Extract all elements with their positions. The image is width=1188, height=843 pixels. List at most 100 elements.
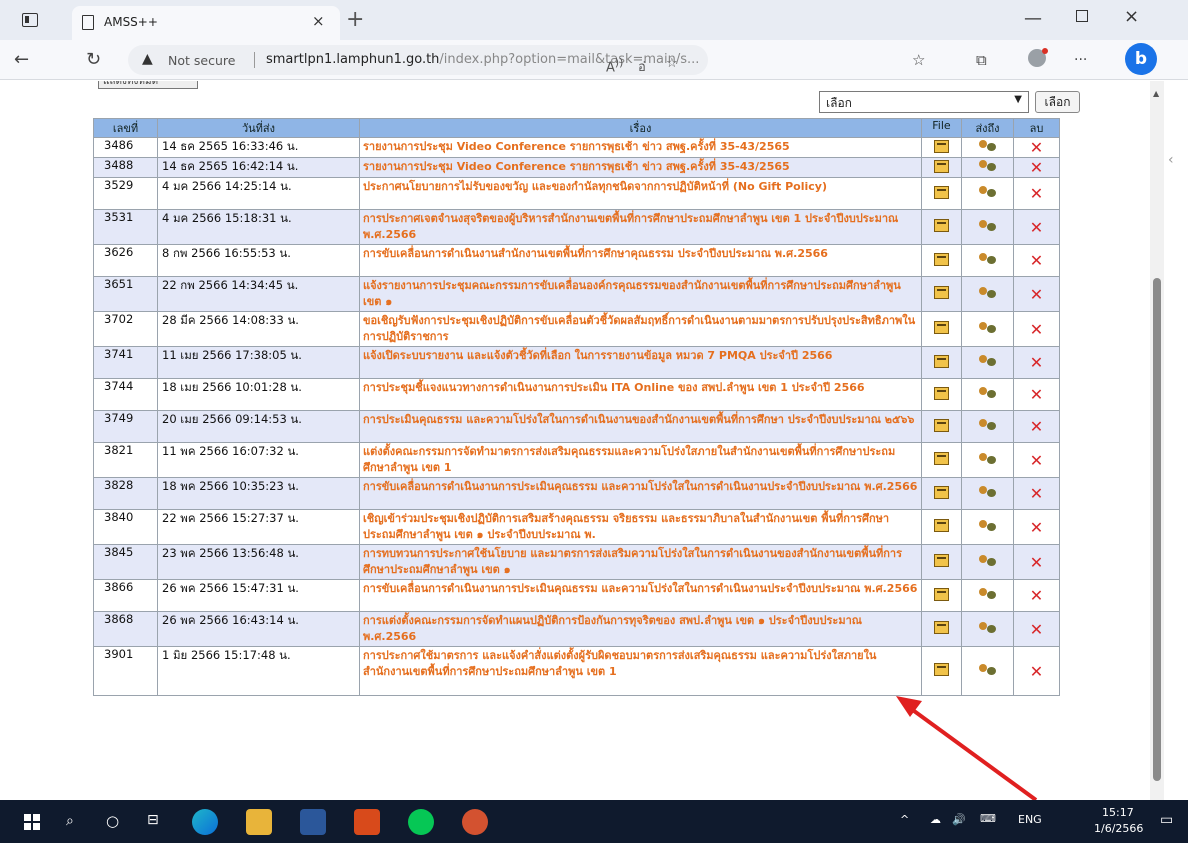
file-icon[interactable] [934,185,949,199]
back-icon[interactable]: ← [14,49,29,70]
recipients-icon[interactable] [978,387,997,399]
show-all-button[interactable]: แสดงทั้งหมด [98,81,198,89]
collections-icon[interactable]: ⧉ [976,51,987,69]
sidebar-chevron-icon[interactable]: ‹ [1168,152,1174,168]
line-app-icon[interactable] [408,809,434,835]
recipients-icon[interactable] [978,140,997,152]
delete-icon[interactable]: ✕ [1030,553,1043,572]
row-subject-link[interactable]: การทบทวนการประกาศใช้นโยบาย และมาตรการส่ง… [359,544,922,580]
row-subject-link[interactable]: ขอเชิญรับฟังการประชุมเชิงปฏิบัติการขับเค… [359,311,922,347]
recipients-icon[interactable] [978,186,997,198]
recipients-icon[interactable] [978,321,997,334]
vertical-scrollbar[interactable]: ▲ [1150,81,1164,800]
delete-icon[interactable]: ✕ [1030,285,1043,304]
row-subject-link[interactable]: การขับเคลื่อนการดำเนินงานการประเมินคุณธร… [359,477,922,510]
recipients-icon[interactable] [978,160,997,172]
file-icon[interactable] [934,159,949,173]
tab-actions-icon[interactable] [22,13,38,27]
delete-icon[interactable]: ✕ [1030,320,1043,339]
file-icon[interactable] [934,485,949,499]
tray-chevron-icon[interactable]: ^ [900,813,909,826]
more-menu-icon[interactable]: ··· [1074,52,1087,68]
delete-icon[interactable]: ✕ [1030,159,1043,177]
delete-icon[interactable]: ✕ [1030,484,1043,503]
word-app-icon[interactable] [300,809,326,835]
close-window-button[interactable]: × [1124,6,1139,27]
recipients-icon[interactable] [978,621,997,634]
file-icon[interactable] [934,587,949,601]
browser-tab[interactable]: AMSS++ × [72,6,340,40]
read-aloud-icon[interactable]: A)) [606,56,623,75]
recipients-icon[interactable] [978,253,997,265]
file-icon[interactable] [934,252,949,266]
file-icon[interactable] [934,519,949,532]
cortana-icon[interactable]: ○ [106,812,119,830]
row-subject-link[interactable]: การแต่งตั้งคณะกรรมการจัดทำแผนปฏิบัติการป… [359,611,922,647]
row-subject-link[interactable]: แต่งตั้งคณะกรรมการจัดทำมาตรการส่งเสริมคุ… [359,442,922,478]
file-icon[interactable] [934,386,949,400]
task-view-icon[interactable]: ⊟ [147,812,159,828]
maximize-button[interactable] [1076,10,1088,22]
row-subject-link[interactable]: รายงานการประชุม Video Conference รายการพ… [359,157,922,178]
recipients-icon[interactable] [978,588,997,600]
translate-icon[interactable]: อ่ [638,56,646,77]
clock-date[interactable]: 1/6/2566 [1094,822,1143,835]
delete-icon[interactable]: ✕ [1030,353,1043,372]
row-subject-link[interactable]: การประกาศใช้มาตรการ และแจ้งคำสั่งแต่งตั้… [359,646,922,696]
minimize-button[interactable]: — [1024,8,1042,29]
row-subject-link[interactable]: รายงานการประชุม Video Conference รายการพ… [359,137,922,158]
tab-close-icon[interactable]: × [312,12,325,30]
search-icon[interactable]: ⌕ [66,813,74,829]
favorites-icon[interactable]: ☆ [912,51,925,69]
row-subject-link[interactable]: การขับเคลื่อนการดำเนินงานการประเมินคุณธร… [359,579,922,612]
file-icon[interactable] [934,452,949,465]
edge-app-icon[interactable] [192,809,218,835]
file-icon[interactable] [934,321,949,334]
delete-icon[interactable]: ✕ [1030,251,1043,270]
recipients-icon[interactable] [978,355,997,367]
favorite-add-icon[interactable]: ☆ [666,56,678,71]
row-subject-link[interactable]: แจ้งรายงานการประชุมคณะกรรมการขับเคลื่อนอ… [359,276,922,312]
delete-icon[interactable]: ✕ [1030,451,1043,470]
file-icon[interactable] [934,219,949,232]
file-icon[interactable] [934,354,949,368]
recipients-icon[interactable] [978,486,997,498]
recipients-icon[interactable] [978,219,997,232]
row-subject-link[interactable]: ประกาศนโยบายการไม่รับของขวัญ และของกำนัล… [359,177,922,210]
file-icon[interactable] [934,418,949,432]
volume-icon[interactable]: 🔊 [952,813,966,826]
row-subject-link[interactable]: การขับเคลื่อนการดำเนินงานสำนักงานเขตพื้น… [359,244,922,277]
delete-icon[interactable]: ✕ [1030,385,1043,404]
scroll-up-icon[interactable]: ▲ [1153,89,1159,98]
recipients-icon[interactable] [978,519,997,532]
recipients-icon[interactable] [978,286,997,299]
notification-icon[interactable]: ▭ [1160,812,1173,828]
filter-button[interactable]: เลือก [1035,91,1080,113]
file-icon[interactable] [934,286,949,299]
row-subject-link[interactable]: การประชุมชี้แจงแนวทางการดำเนินงานการประเ… [359,378,922,411]
row-subject-link[interactable]: การประเมินคุณธรรม และความโปร่งใสในการดำเ… [359,410,922,443]
row-subject-link[interactable]: เชิญเข้าร่วมประชุมเชิงปฏิบัติการเสริมสร้… [359,509,922,545]
delete-icon[interactable]: ✕ [1030,417,1043,436]
pdf-app-icon[interactable] [354,809,380,835]
file-icon[interactable] [934,621,949,634]
file-icon[interactable] [934,663,949,676]
language-indicator[interactable]: ENG [1018,813,1042,826]
row-subject-link[interactable]: การประกาศเจตจำนงสุจริตของผู้บริหารสำนักง… [359,209,922,245]
filter-select[interactable]: เลือก ▼ [819,91,1029,113]
file-explorer-icon[interactable] [246,809,272,835]
scroll-thumb[interactable] [1153,278,1161,781]
delete-icon[interactable]: ✕ [1030,518,1043,537]
file-icon[interactable] [934,554,949,567]
recipients-icon[interactable] [978,452,997,465]
network-icon[interactable]: ☁ [930,813,941,826]
recipients-icon[interactable] [978,554,997,567]
delete-icon[interactable]: ✕ [1030,586,1043,605]
recipients-icon[interactable] [978,663,997,676]
delete-icon[interactable]: ✕ [1030,620,1043,639]
powerpoint-app-icon[interactable] [462,809,488,835]
delete-icon[interactable]: ✕ [1030,184,1043,203]
keyboard-icon[interactable]: ⌨ [980,812,996,825]
copilot-icon[interactable]: b [1125,43,1157,75]
new-tab-button[interactable]: + [346,7,364,32]
